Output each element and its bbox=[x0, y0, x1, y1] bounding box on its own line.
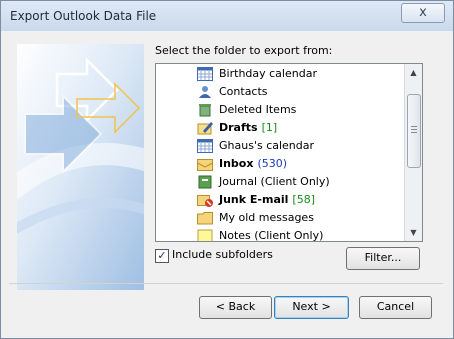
folder-name: Junk E-mail bbox=[219, 193, 289, 206]
folder-name: Notes (Client Only) bbox=[219, 229, 324, 241]
folder-name: My old messages bbox=[219, 211, 314, 224]
back-button[interactable]: < Back bbox=[199, 296, 272, 319]
folder-name: Birthday calendar bbox=[219, 67, 317, 80]
filter-button[interactable]: Filter... bbox=[346, 247, 420, 270]
folder-count: [1] bbox=[261, 121, 278, 134]
close-button[interactable]: x bbox=[401, 3, 445, 23]
window-title: Export Outlook Data File bbox=[10, 9, 157, 23]
title-bar[interactable]: Export Outlook Data File x bbox=[1, 1, 453, 31]
junk-mail-icon bbox=[197, 193, 213, 207]
folder-count: [58] bbox=[292, 193, 315, 206]
folder-name: Inbox bbox=[219, 157, 254, 170]
contacts-icon bbox=[197, 85, 213, 99]
inbox-icon bbox=[197, 157, 213, 171]
folder-name: Ghaus's calendar bbox=[219, 139, 315, 152]
journal-icon bbox=[197, 175, 213, 189]
folder-name: Contacts bbox=[219, 85, 268, 98]
include-subfolders-checkbox[interactable]: ✓ bbox=[155, 249, 169, 263]
wizard-side-image bbox=[17, 44, 144, 290]
cancel-button[interactable]: Cancel bbox=[359, 296, 432, 319]
folder-tree[interactable]: Birthday calendar Contacts Deleted Items Dr… bbox=[155, 63, 423, 242]
folder-prompt: Select the folder to export from: bbox=[155, 44, 333, 57]
include-subfolders-label[interactable]: Include subfolders bbox=[172, 248, 273, 261]
folder-icon bbox=[197, 211, 213, 225]
folder-count: (530) bbox=[257, 157, 288, 170]
scrollbar-thumb[interactable] bbox=[407, 94, 421, 168]
separator bbox=[9, 283, 443, 284]
folder-rows: Birthday calendar Contacts Deleted Items Dr… bbox=[156, 64, 404, 241]
notes-icon bbox=[197, 229, 213, 241]
next-button[interactable]: Next > bbox=[274, 296, 349, 319]
check-mark-icon: ✓ bbox=[157, 249, 167, 262]
drafts-icon bbox=[197, 121, 213, 135]
trash-icon bbox=[197, 103, 213, 117]
folder-name: Journal (Client Only) bbox=[219, 175, 330, 188]
close-icon: x bbox=[419, 5, 427, 20]
scroll-up-icon[interactable]: ▲ bbox=[405, 64, 422, 81]
vertical-scrollbar[interactable]: ▲ ▼ bbox=[404, 64, 422, 241]
folder-name: Drafts bbox=[219, 121, 258, 134]
calendar-icon bbox=[197, 139, 213, 153]
calendar-icon bbox=[197, 67, 213, 81]
folder-name: Deleted Items bbox=[219, 103, 297, 116]
scroll-down-icon[interactable]: ▼ bbox=[405, 224, 422, 241]
